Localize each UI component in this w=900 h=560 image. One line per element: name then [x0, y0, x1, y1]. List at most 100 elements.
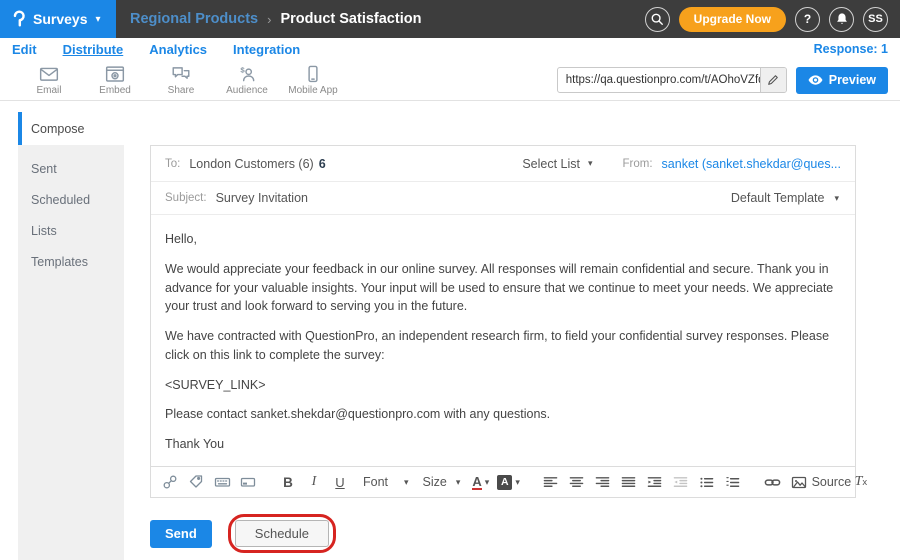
sidebar-item-lists[interactable]: Lists	[18, 215, 124, 246]
subject-value[interactable]: Survey Invitation	[216, 191, 308, 205]
select-list-dropdown[interactable]: Select List ▾	[522, 157, 592, 171]
avatar-initials: SS	[868, 13, 883, 25]
background-color-dropdown[interactable]: A ▾	[497, 475, 520, 490]
channel-embed[interactable]: Embed	[82, 65, 148, 96]
pencil-icon	[767, 74, 779, 86]
font-size-dropdown[interactable]: Size ▾	[423, 475, 461, 489]
insert-link-icon[interactable]	[161, 472, 179, 492]
justify-icon[interactable]	[620, 472, 638, 492]
product-switcher[interactable]: Surveys ▾	[0, 0, 116, 38]
hyperlink-icon[interactable]	[764, 472, 782, 492]
edit-url-button[interactable]	[760, 68, 786, 92]
source-button[interactable]: Source	[820, 472, 838, 492]
email-body-paragraph: We have contracted with QuestionPro, an …	[165, 327, 841, 365]
subject-label: Subject:	[165, 192, 207, 204]
response-count[interactable]: Response: 1	[814, 42, 888, 56]
channel-share[interactable]: Share	[148, 65, 214, 96]
to-label: To:	[165, 158, 180, 170]
chevron-down-icon: ▾	[485, 477, 490, 488]
preview-label: Preview	[829, 73, 876, 87]
from-label: From:	[623, 158, 653, 170]
email-body-paragraph: We would appreciate your feedback in our…	[165, 260, 841, 316]
align-right-icon[interactable]	[594, 472, 612, 492]
help-button[interactable]: ?	[795, 7, 820, 32]
search-icon	[650, 12, 664, 26]
bold-button[interactable]: B	[279, 472, 297, 492]
breadcrumb-folder[interactable]: Regional Products	[130, 11, 258, 27]
question-mark-icon: ?	[804, 12, 811, 26]
sidebar-item-templates[interactable]: Templates	[18, 246, 124, 277]
sidebar-item-sent[interactable]: Sent	[18, 153, 124, 184]
to-value[interactable]: London Customers (6)	[189, 157, 313, 171]
from-group: From: sanket (sanket.shekdar@ques...	[623, 157, 841, 171]
schedule-highlight-annotation: Schedule	[228, 514, 336, 553]
italic-button[interactable]: I	[305, 472, 323, 492]
recipient-count: 6	[319, 157, 326, 171]
to-row: To: London Customers (6) 6 Select List ▾…	[151, 146, 855, 182]
survey-url-text[interactable]: https://qa.questionpro.com/t/AOhoVZfqml	[558, 74, 760, 86]
chevron-down-icon: ▾	[95, 14, 100, 25]
decrease-indent-icon[interactable]	[672, 472, 690, 492]
numbered-list-icon[interactable]	[724, 472, 742, 492]
envelope-icon	[39, 65, 59, 83]
remove-format-icon[interactable]: Tx	[852, 472, 870, 492]
top-header: Surveys ▾ Regional Products › Product Sa…	[0, 0, 900, 38]
chevron-down-icon: ▾	[588, 158, 593, 169]
template-dropdown[interactable]: Default Template ▾	[731, 191, 839, 205]
merge-tag-icon[interactable]	[187, 472, 205, 492]
compose-actions: Send Schedule	[150, 514, 336, 553]
tab-edit[interactable]: Edit	[12, 42, 37, 57]
email-body-editor[interactable]: Hello, We would appreciate your feedback…	[151, 215, 855, 466]
channel-mobile-app[interactable]: Mobile App	[280, 65, 346, 96]
insert-image-icon[interactable]	[790, 472, 808, 492]
questionpro-logo-icon	[11, 10, 26, 29]
survey-tabs: Edit Distribute Analytics Integration Re…	[0, 38, 900, 60]
text-field-icon[interactable]	[239, 472, 257, 492]
chevron-down-icon: ▾	[515, 477, 520, 488]
email-body-paragraph: Please contact sanket.shekdar@questionpr…	[165, 405, 841, 424]
rich-text-toolbar: B I U Font ▾ Size ▾ A ▾ A ▾	[151, 466, 855, 497]
send-button[interactable]: Send	[150, 520, 212, 548]
font-family-dropdown[interactable]: Font ▾	[363, 475, 409, 489]
email-body-paragraph: <SURVEY_LINK>	[165, 376, 841, 395]
email-body-paragraph: Hello,	[165, 230, 841, 249]
channel-audience[interactable]: $ Audience	[214, 65, 280, 96]
breadcrumb-separator-icon: ›	[267, 12, 271, 27]
increase-indent-icon[interactable]	[646, 472, 664, 492]
chevron-down-icon: ▾	[456, 477, 461, 488]
tab-distribute[interactable]: Distribute	[63, 42, 124, 57]
survey-url-field[interactable]: https://qa.questionpro.com/t/AOhoVZfqml	[557, 67, 787, 93]
search-button[interactable]	[645, 7, 670, 32]
embed-window-icon	[105, 65, 125, 83]
breadcrumb-survey-name: Product Satisfaction	[280, 11, 421, 27]
from-value[interactable]: sanket (sanket.shekdar@ques...	[662, 157, 841, 171]
schedule-button[interactable]: Schedule	[235, 520, 329, 547]
email-sidebar: Compose Sent Scheduled Lists Templates	[18, 112, 124, 560]
eye-icon	[808, 74, 823, 86]
survey-link-area: https://qa.questionpro.com/t/AOhoVZfqml …	[557, 67, 900, 94]
audience-person-icon: $	[237, 65, 257, 83]
keyboard-icon[interactable]	[213, 472, 231, 492]
avatar[interactable]: SS	[863, 7, 888, 32]
preview-button[interactable]: Preview	[796, 67, 888, 94]
sidebar-item-scheduled[interactable]: Scheduled	[18, 184, 124, 215]
tab-integration[interactable]: Integration	[233, 42, 300, 57]
speech-bubbles-icon	[171, 65, 191, 83]
breadcrumb: Regional Products › Product Satisfaction	[130, 11, 421, 27]
notifications-button[interactable]	[829, 7, 854, 32]
chevron-down-icon: ▾	[404, 477, 409, 488]
tab-analytics[interactable]: Analytics	[149, 42, 207, 57]
align-center-icon[interactable]	[568, 472, 586, 492]
sidebar-item-compose[interactable]: Compose	[18, 112, 124, 145]
mobile-phone-icon	[303, 65, 323, 83]
underline-button[interactable]: U	[331, 472, 349, 492]
align-left-icon[interactable]	[542, 472, 560, 492]
bell-icon	[835, 12, 849, 26]
subject-row: Subject: Survey Invitation Default Templ…	[151, 182, 855, 215]
compose-panel: To: London Customers (6) 6 Select List ▾…	[150, 145, 856, 498]
upgrade-now-button[interactable]: Upgrade Now	[679, 7, 786, 32]
email-body-paragraph: Thank You	[165, 435, 841, 454]
bulleted-list-icon[interactable]	[698, 472, 716, 492]
channel-email[interactable]: Email	[16, 65, 82, 96]
text-color-dropdown[interactable]: A ▾	[472, 475, 489, 490]
